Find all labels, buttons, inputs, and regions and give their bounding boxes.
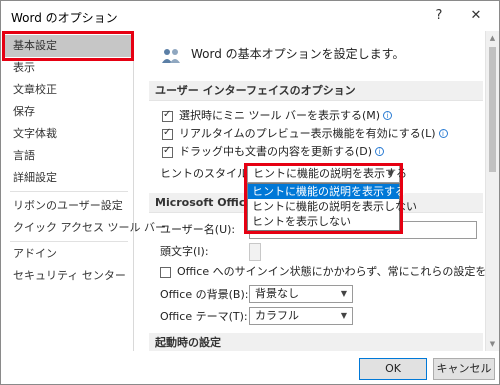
office-theme-label: Office テーマ(T): xyxy=(160,310,248,323)
sidebar-item-display[interactable]: 表示 xyxy=(2,57,133,79)
mini-toolbar-checkbox[interactable] xyxy=(162,109,173,122)
scroll-down-icon[interactable]: ▼ xyxy=(486,339,499,349)
help-icon[interactable]: ? xyxy=(427,5,451,27)
page-header: Word の基本オプションを設定します。 xyxy=(191,47,405,61)
sidebar-item-addins[interactable]: アドイン xyxy=(2,243,133,265)
sidebar-item-save[interactable]: 保存 xyxy=(2,101,133,123)
scroll-thumb[interactable] xyxy=(489,47,496,172)
options-people-icon xyxy=(162,49,180,63)
info-icon: i xyxy=(383,111,393,120)
cancel-button[interactable]: キャンセル xyxy=(433,358,495,380)
sidebar: 基本設定 表示 文章校正 保存 文字体裁 言語 詳細設定 リボンのユーザー設定 … xyxy=(2,31,166,351)
scroll-up-icon[interactable]: ▲ xyxy=(486,33,499,43)
live-preview-checkbox[interactable] xyxy=(162,127,173,140)
sidebar-divider xyxy=(10,191,128,192)
close-icon[interactable]: ✕ xyxy=(464,5,488,27)
chevron-down-icon: ▼ xyxy=(387,169,395,178)
dropdown-option-hide-descriptions[interactable]: ヒントに機能の説明を表示しない xyxy=(248,199,417,214)
sidebar-item-customize-ribbon[interactable]: リボンのユーザー設定 xyxy=(2,195,133,217)
tooltip-style-dropdown-list: ヒントに機能の説明を表示する ヒントに機能の説明を表示しない ヒントを表示しない xyxy=(247,183,417,231)
options-dialog: Word のオプション ? ✕ 基本設定 表示 文章校正 保存 文字体裁 言語 … xyxy=(0,0,500,385)
ok-button[interactable]: OK xyxy=(359,358,427,380)
sidebar-item-proofing[interactable]: 文章校正 xyxy=(2,79,133,101)
sidebar-item-quick-access-toolbar[interactable]: クイック アクセス ツール バー xyxy=(2,217,166,239)
sidebar-item-typography[interactable]: 文字体裁 xyxy=(2,123,133,145)
office-theme-select[interactable]: カラフル ▼ xyxy=(249,307,353,325)
live-preview-label: リアルタイムのプレビュー表示機能を有効にする(L) i xyxy=(179,127,448,141)
sidebar-item-trust-center[interactable]: セキュリティ センター xyxy=(2,265,133,287)
tooltip-style-select[interactable]: ヒントに機能の説明を表示する ▼ xyxy=(247,165,407,183)
sidebar-item-general[interactable]: 基本設定 xyxy=(2,35,133,57)
office-background-select[interactable]: 背景なし ▼ xyxy=(249,285,353,303)
office-background-label: Office の背景(B): xyxy=(160,288,249,301)
title-bar: Word のオプション ? ✕ xyxy=(1,1,499,31)
sidebar-item-advanced[interactable]: 詳細設定 xyxy=(2,167,133,189)
info-icon: i xyxy=(438,129,448,138)
chevron-down-icon: ▼ xyxy=(340,311,348,320)
chevron-down-icon: ▼ xyxy=(340,289,348,298)
dropdown-option-no-tooltips[interactable]: ヒントを表示しない xyxy=(248,214,399,229)
drag-update-label: ドラッグ中も文書の内容を更新する(D) i xyxy=(179,145,385,159)
initials-field[interactable] xyxy=(249,243,261,261)
sidebar-divider xyxy=(10,241,128,242)
sidebar-item-language[interactable]: 言語 xyxy=(2,145,133,167)
drag-update-checkbox[interactable] xyxy=(162,145,173,158)
dropdown-option-show-descriptions[interactable]: ヒントに機能の説明を表示する xyxy=(248,184,406,199)
mini-toolbar-label: 選択時にミニ ツール バーを表示する(M) i xyxy=(179,109,393,123)
username-label: ユーザー名(U): xyxy=(160,223,236,236)
vertical-scrollbar[interactable]: ▲ ▼ xyxy=(485,31,499,351)
initials-label: 頭文字(I): xyxy=(160,245,209,258)
section-startup: 起動時の設定 xyxy=(149,333,483,351)
signin-settings-label: Office へのサインイン状態にかかわらず、常にこれらの設定を使用する(A) xyxy=(177,265,485,278)
window-title: Word のオプション xyxy=(11,11,118,25)
section-ui-options: ユーザー インターフェイスのオプション xyxy=(149,81,483,101)
signin-settings-checkbox[interactable] xyxy=(160,267,171,278)
info-icon: i xyxy=(375,147,385,156)
